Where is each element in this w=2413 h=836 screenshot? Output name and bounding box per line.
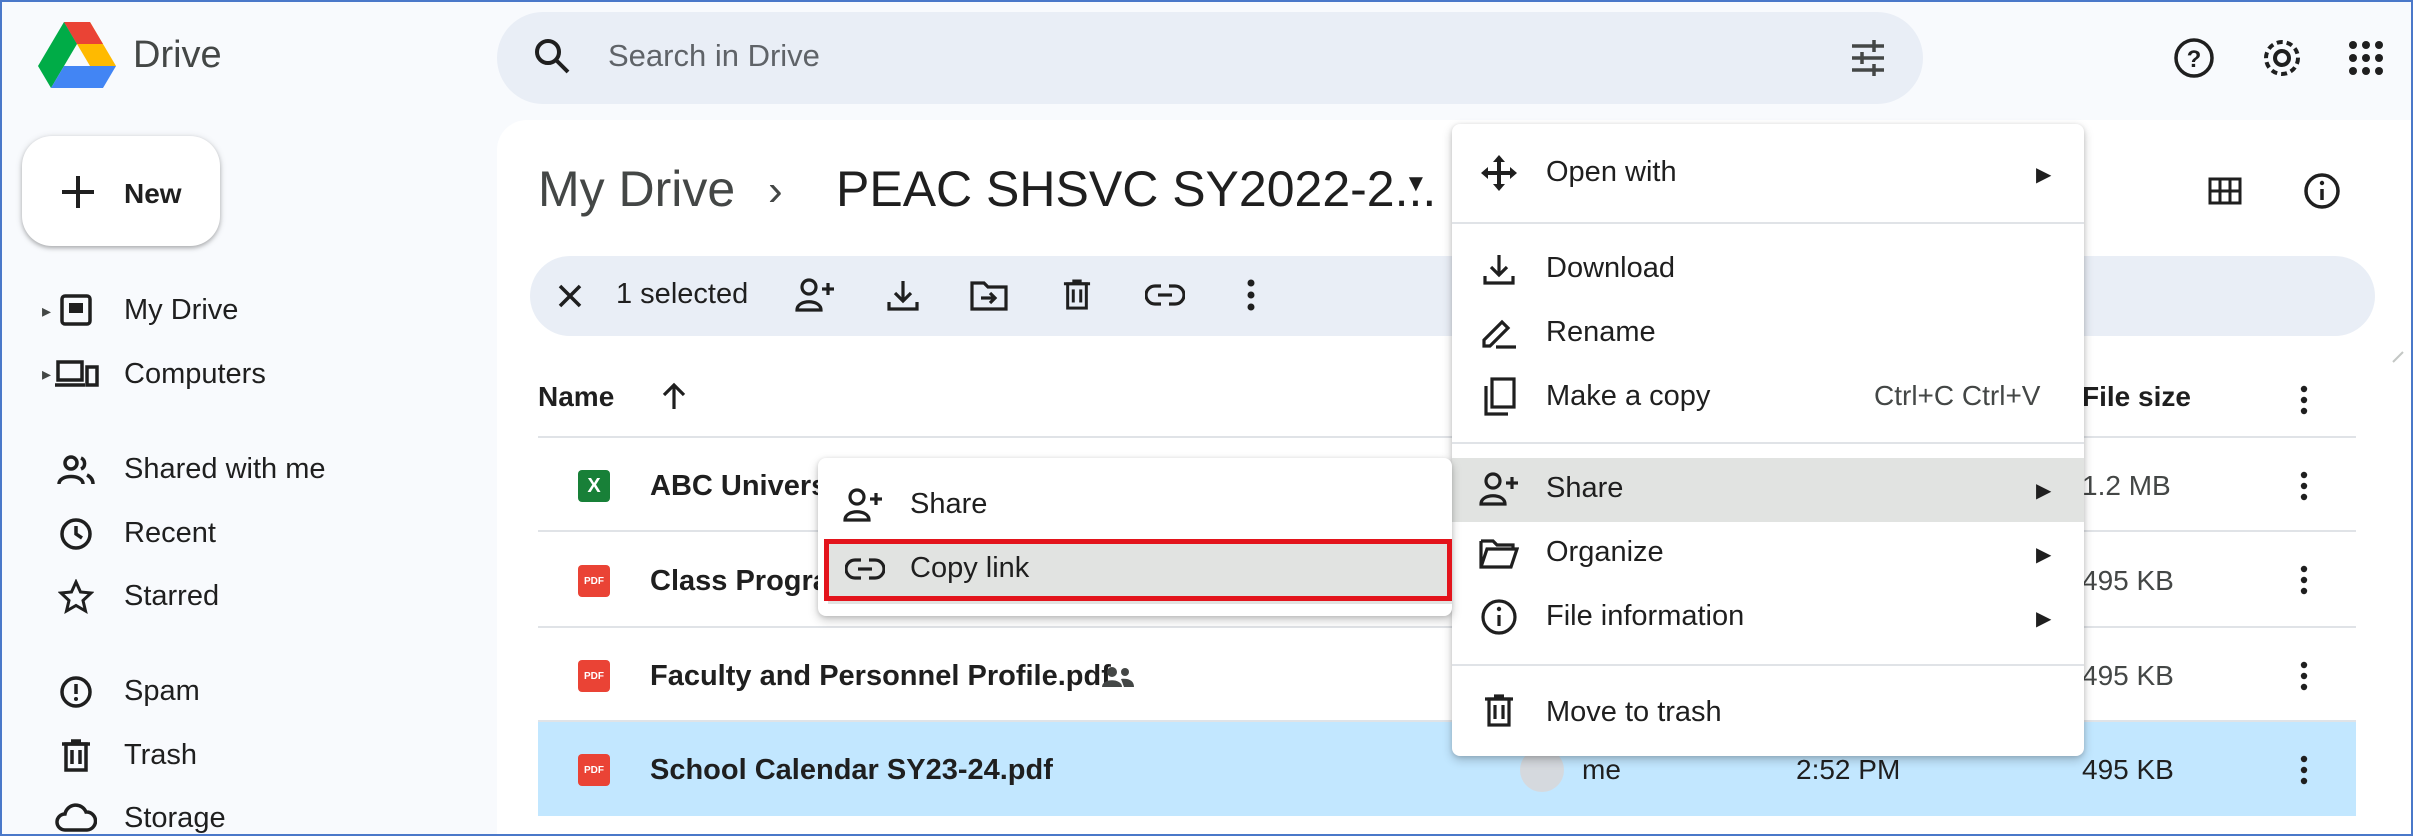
submenu-arrow-icon: ▶ xyxy=(2036,608,2052,630)
copy-link-icon[interactable] xyxy=(1142,272,1188,318)
open-with-icon xyxy=(1476,150,1522,196)
submenu-item-share[interactable]: Share xyxy=(910,488,987,521)
row-more-actions-icon[interactable] xyxy=(2284,656,2324,696)
menu-item-move-to-trash[interactable]: Move to trash xyxy=(1546,696,1722,729)
cloud-icon xyxy=(54,800,98,836)
make-a-copy-shortcut: Ctrl+C Ctrl+V xyxy=(1874,380,2041,411)
sidebar-item-my-drive[interactable]: My Drive xyxy=(124,294,238,327)
my-drive-icon xyxy=(56,290,96,330)
scrollbar-arrow-icon[interactable] xyxy=(2392,350,2404,364)
trash-icon xyxy=(1476,688,1522,734)
selected-count: 1 selected xyxy=(616,278,749,310)
table-row-size: 495 KB xyxy=(2082,565,2174,596)
share-person-icon xyxy=(840,482,886,528)
submenu-arrow-icon: ▶ xyxy=(2036,544,2052,566)
menu-divider xyxy=(1452,442,2084,444)
menu-item-organize[interactable]: Organize xyxy=(1546,536,1664,569)
menu-item-open-with[interactable]: Open with xyxy=(1546,156,1677,189)
table-row-size: 1.2 MB xyxy=(2082,470,2171,501)
organize-folder-icon xyxy=(1476,530,1522,576)
download-icon[interactable] xyxy=(880,272,926,318)
sidebar-item-storage[interactable]: Storage xyxy=(124,802,226,835)
column-options-icon[interactable] xyxy=(2284,380,2324,420)
expand-computers-icon[interactable]: ▸ xyxy=(42,364,51,385)
new-button-label: New xyxy=(124,178,182,209)
sidebar-item-spam[interactable]: Spam xyxy=(124,675,200,708)
shared-people-icon xyxy=(1100,662,1136,692)
menu-item-make-a-copy[interactable]: Make a copy xyxy=(1546,380,1710,413)
column-header-file-size[interactable]: File size xyxy=(2082,381,2191,413)
sidebar-item-computers[interactable]: Computers xyxy=(124,358,266,391)
column-header-name[interactable]: Name xyxy=(538,381,614,413)
drive-logo[interactable] xyxy=(38,20,116,90)
copy-icon xyxy=(1476,374,1522,420)
svg-text:?: ? xyxy=(2187,46,2202,73)
sidebar-item-trash[interactable]: Trash xyxy=(124,739,197,772)
breadcrumb-current-folder[interactable]: PEAC SHSVC SY2022-2... xyxy=(836,160,1436,218)
star-icon xyxy=(56,577,96,617)
table-row-size: 495 KB xyxy=(2082,660,2174,691)
submenu-arrow-icon: ▶ xyxy=(2036,480,2052,502)
table-row-name[interactable]: School Calendar SY23-24.pdf xyxy=(650,754,1053,787)
expand-my-drive-icon[interactable]: ▸ xyxy=(42,301,51,322)
search-input[interactable]: Search in Drive xyxy=(608,38,820,74)
breadcrumb-root[interactable]: My Drive xyxy=(538,160,735,218)
more-actions-icon[interactable] xyxy=(1228,272,1274,318)
move-to-folder-icon[interactable] xyxy=(966,272,1012,318)
menu-item-file-information[interactable]: File information xyxy=(1546,600,1744,633)
pdf-file-icon: PDF xyxy=(578,754,610,786)
spam-icon xyxy=(56,672,96,712)
search-icon[interactable] xyxy=(530,34,574,78)
table-row-size: 495 KB xyxy=(2082,754,2174,785)
help-icon[interactable]: ? xyxy=(2168,32,2220,84)
info-icon xyxy=(1476,594,1522,640)
menu-divider xyxy=(1452,222,2084,224)
search-options-icon[interactable] xyxy=(1844,34,1892,82)
row-more-actions-icon[interactable] xyxy=(2284,750,2324,790)
rename-icon xyxy=(1476,310,1522,356)
menu-divider xyxy=(1452,664,2084,666)
grid-view-icon[interactable] xyxy=(2200,166,2250,216)
table-row-name[interactable]: Class Progra xyxy=(650,565,829,598)
spreadsheet-file-icon: X xyxy=(578,470,610,502)
settings-gear-icon[interactable] xyxy=(2256,32,2308,84)
clear-selection-icon[interactable] xyxy=(548,274,592,318)
plus-icon xyxy=(56,170,100,214)
trash-icon xyxy=(56,736,96,776)
new-button[interactable] xyxy=(22,136,220,246)
table-row-owner: me xyxy=(1582,754,1621,785)
sidebar-item-shared-with-me[interactable]: Shared with me xyxy=(124,453,326,486)
context-menu xyxy=(1452,124,2084,756)
download-icon xyxy=(1476,246,1522,292)
menu-item-download[interactable]: Download xyxy=(1546,252,1675,285)
breadcrumb-separator-icon: › xyxy=(768,166,783,215)
submenu-arrow-icon: ▶ xyxy=(2036,164,2052,186)
computers-icon xyxy=(54,354,100,394)
app-brand: Drive xyxy=(133,34,222,76)
apps-grid-icon[interactable] xyxy=(2340,32,2392,84)
row-more-actions-icon[interactable] xyxy=(2284,560,2324,600)
sidebar-item-starred[interactable]: Starred xyxy=(124,580,219,613)
delete-icon[interactable] xyxy=(1054,272,1100,318)
table-row-modified: 2:52 PM xyxy=(1796,754,1901,785)
share-person-icon xyxy=(1476,466,1522,512)
share-person-icon[interactable] xyxy=(792,272,838,318)
shared-icon xyxy=(56,450,96,490)
row-more-actions-icon[interactable] xyxy=(2284,466,2324,506)
table-row-name[interactable]: Faculty and Personnel Profile.pdf xyxy=(650,660,1111,693)
menu-item-rename[interactable]: Rename xyxy=(1546,316,1656,349)
details-info-icon[interactable] xyxy=(2297,166,2347,216)
menu-item-share[interactable]: Share xyxy=(1546,472,1623,505)
table-row-name[interactable]: ABC Universi xyxy=(650,470,835,503)
highlight-annotation-box xyxy=(824,539,1452,601)
folder-dropdown-icon[interactable]: ▼ xyxy=(1404,170,1428,198)
sidebar-item-recent[interactable]: Recent xyxy=(124,517,216,550)
sort-ascending-icon[interactable] xyxy=(656,378,692,414)
pdf-file-icon: PDF xyxy=(578,565,610,597)
clock-icon xyxy=(56,514,96,554)
pdf-file-icon: PDF xyxy=(578,660,610,692)
